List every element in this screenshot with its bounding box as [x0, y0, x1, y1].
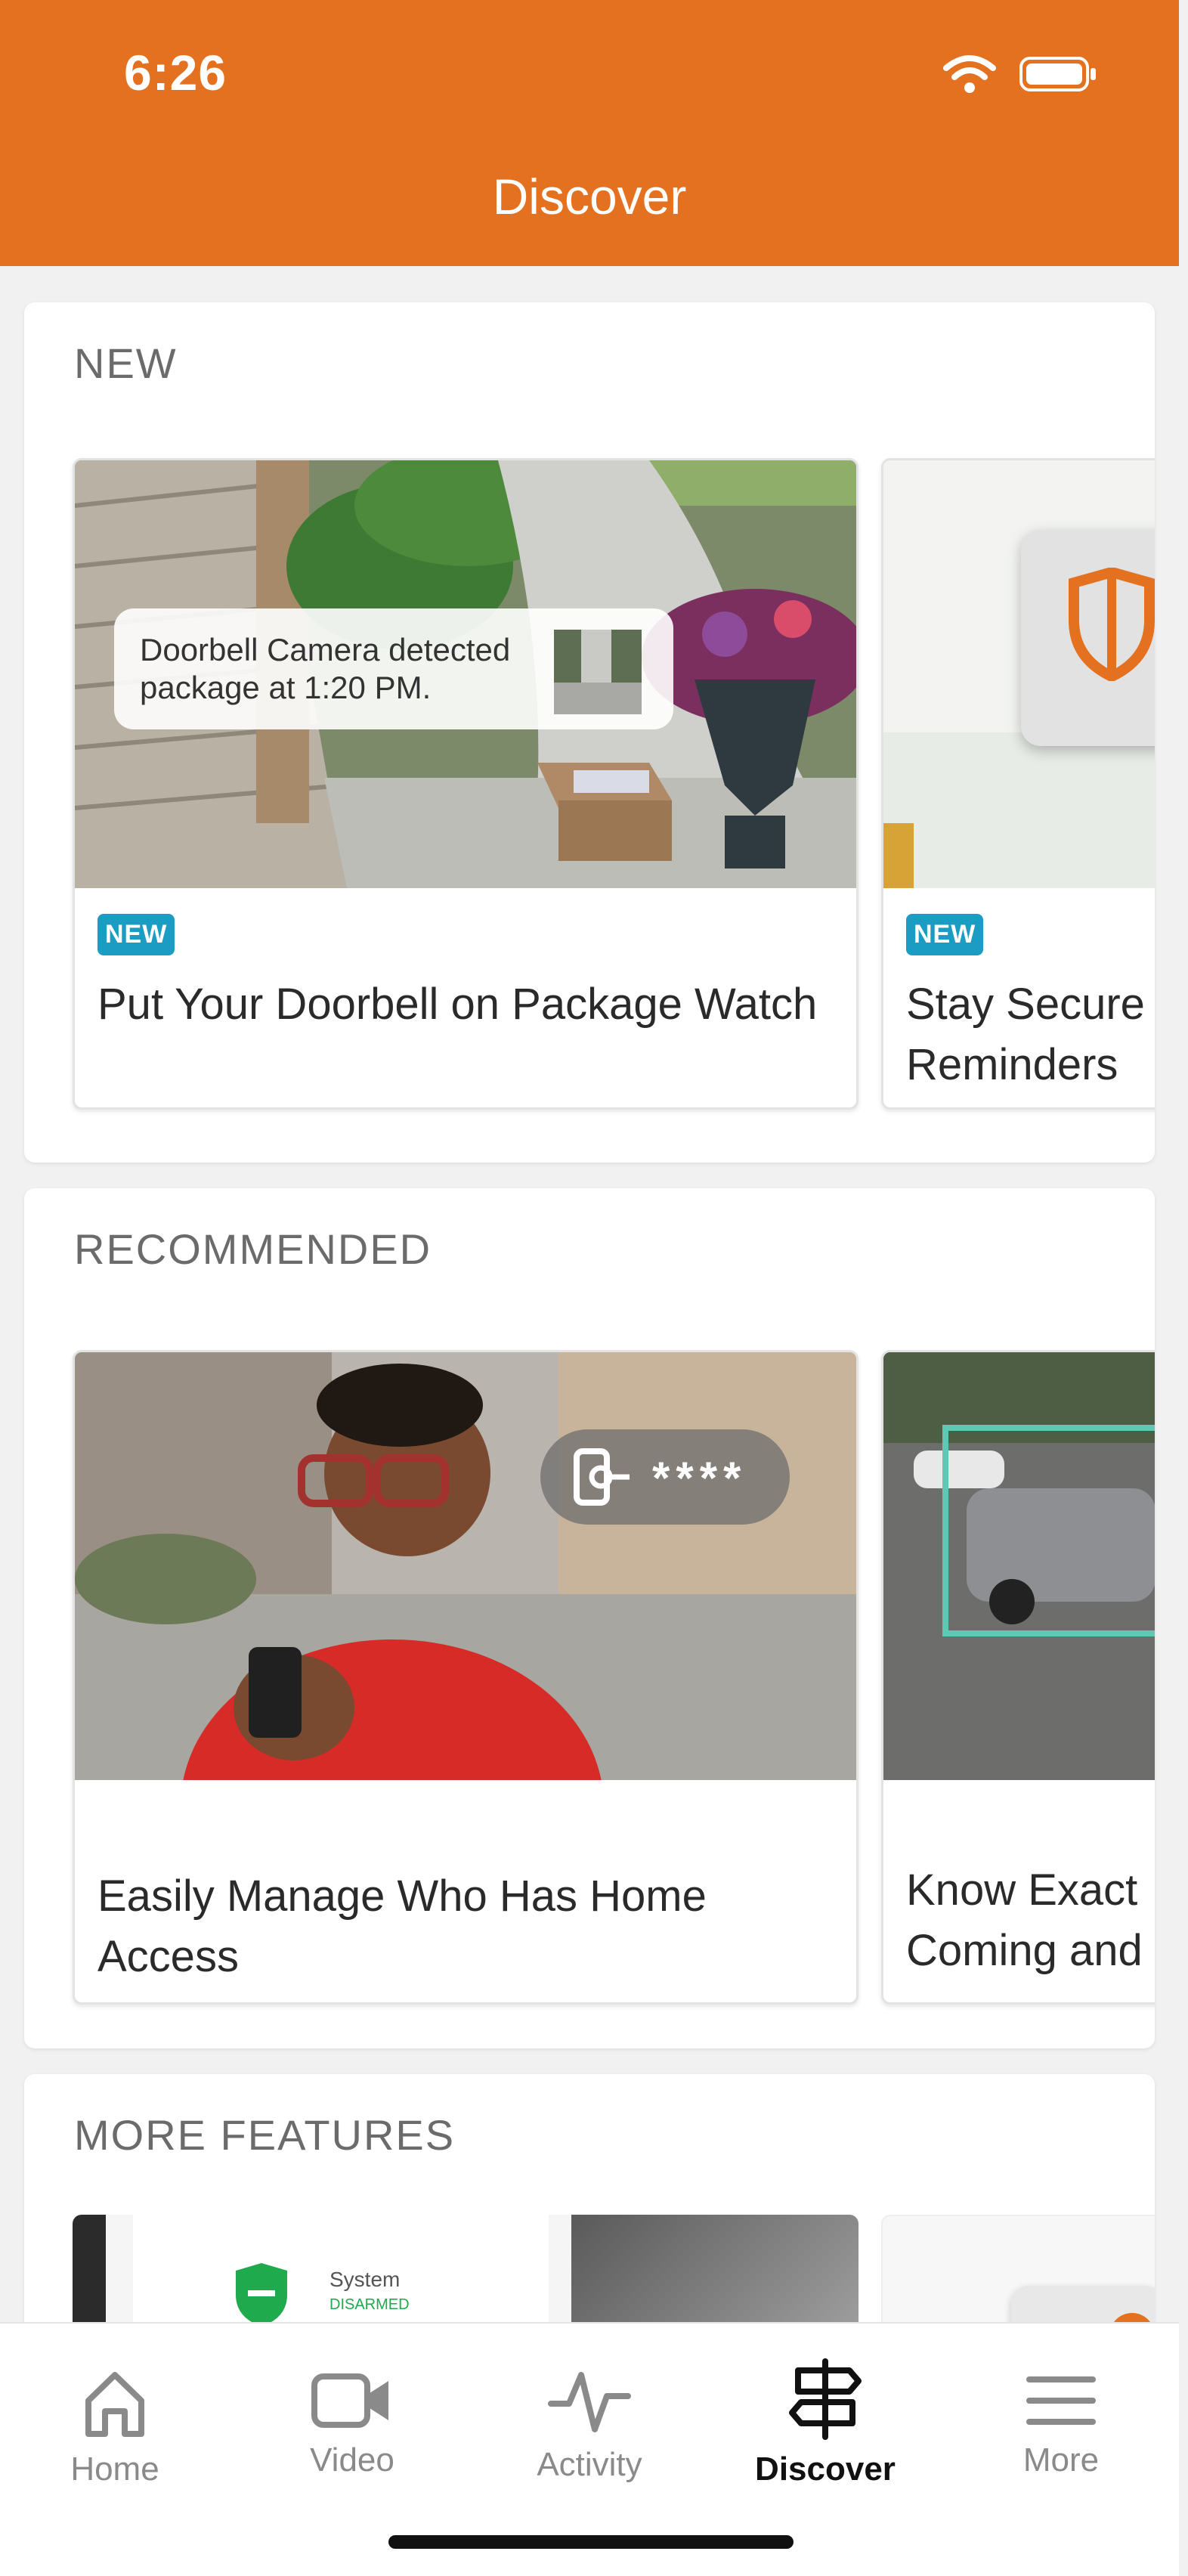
page-title: Discover — [492, 169, 687, 224]
home-access-image: **** — [75, 1352, 856, 1780]
preview-status-label: DISARMED — [329, 2296, 410, 2313]
wifi-icon — [943, 55, 996, 93]
card-know-exact[interactable]: Know Exact Coming and — [881, 1350, 1155, 2005]
section-title-new: NEW — [74, 339, 178, 387]
card-title: Easily Manage Who Has Home Access — [97, 1872, 707, 1981]
new-badge: NEW — [97, 914, 175, 955]
section-recommended: RECOMMENDED **** Easily Manage Who Has H… — [24, 1188, 1155, 2048]
tab-activity[interactable]: Activity — [491, 2346, 688, 2484]
app-header: 6:26 Discover — [0, 0, 1179, 266]
status-icons — [943, 54, 1097, 94]
tab-label-home: Home — [70, 2451, 159, 2488]
section-new: NEW Doorbell Camera detected package at … — [24, 302, 1155, 1163]
tab-home[interactable]: Home — [17, 2346, 213, 2488]
status-time: 6:26 — [124, 45, 227, 101]
tab-video[interactable]: Video — [254, 2346, 450, 2479]
card-home-access[interactable]: **** Easily Manage Who Has Home Access — [73, 1350, 859, 2005]
new-badge: NEW — [906, 914, 984, 955]
key-lock-icon — [574, 1448, 630, 1506]
tab-label-discover: Discover — [755, 2451, 896, 2488]
tab-discover[interactable]: Discover — [727, 2346, 923, 2488]
notification-thumbnail — [554, 630, 642, 714]
card-stay-secure[interactable]: NEW Stay Secure Reminders — [881, 458, 1155, 1110]
tab-label-video: Video — [310, 2441, 394, 2478]
package-watch-image: Doorbell Camera detected package at 1:20… — [75, 460, 856, 888]
menu-icon — [1026, 2376, 1096, 2425]
card-title: Stay Secure Reminders — [906, 980, 1145, 1089]
section-title-recommended: RECOMMENDED — [74, 1225, 432, 1273]
tab-label-activity: Activity — [537, 2446, 642, 2483]
tab-more[interactable]: More — [963, 2346, 1159, 2479]
shield-check-icon — [236, 2263, 287, 2327]
battery-icon — [1019, 57, 1096, 91]
activity-icon — [548, 2372, 631, 2432]
notification-text: Doorbell Camera detected package at 1:20… — [140, 632, 511, 705]
discover-icon — [789, 2358, 862, 2440]
section-title-more: MORE FEATURES — [74, 2111, 456, 2159]
home-indicator — [388, 2535, 794, 2549]
shield-icon — [1069, 568, 1155, 681]
notification-bubble: Doorbell Camera detected package at 1:20… — [114, 608, 673, 729]
card-package-watch[interactable]: Doorbell Camera detected package at 1:20… — [73, 458, 859, 1110]
preview-system-label: System — [329, 2268, 401, 2291]
home-icon — [85, 2372, 144, 2437]
card-title: Know Exact Coming and — [906, 1865, 1143, 1975]
card-title: Put Your Doorbell on Package Watch — [97, 980, 818, 1029]
video-icon — [311, 2373, 388, 2428]
pin-overlay: **** — [540, 1429, 790, 1525]
tab-label-more: More — [1022, 2441, 1100, 2478]
know-exact-image — [883, 1352, 1155, 1780]
stay-secure-image — [883, 460, 1155, 888]
pin-mask: **** — [652, 1453, 747, 1503]
